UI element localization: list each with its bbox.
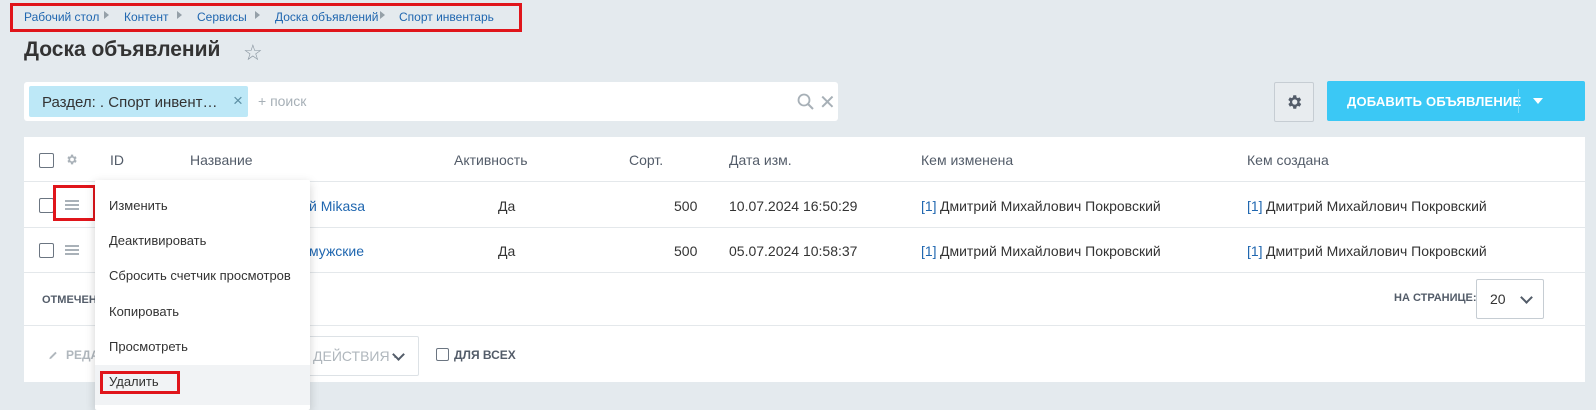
row-created-name: Дмитрий Михайлович Покровский — [1266, 198, 1487, 214]
select-all-checkbox[interactable] — [39, 153, 54, 168]
per-page-label: НА СТРАНИЦЕ: — [1394, 292, 1477, 304]
column-header-sort[interactable]: Сорт. — [629, 152, 663, 168]
menu-icon[interactable] — [65, 245, 79, 255]
breadcrumb-item-desktop[interactable]: Рабочий стол — [24, 10, 99, 24]
for-all-label: ДЛЯ ВСЕХ — [454, 348, 516, 362]
close-icon[interactable]: ✕ — [819, 90, 836, 115]
breadcrumb-item-board[interactable]: Доска объявлений — [275, 10, 378, 24]
chevron-down-icon[interactable] — [1533, 98, 1543, 104]
row-checkbox[interactable] — [39, 198, 54, 213]
column-header-name[interactable]: Название — [190, 152, 253, 168]
row-name-link[interactable]: мужские — [309, 243, 364, 259]
column-header-created-by[interactable]: Кем создана — [1247, 152, 1329, 168]
highlight-box — [53, 185, 96, 221]
add-listing-button[interactable]: ДОБАВИТЬ ОБЪЯВЛЕНИЕ — [1327, 81, 1585, 121]
row-sort: 500 — [674, 198, 698, 214]
star-icon[interactable]: ☆ — [243, 40, 263, 66]
breadcrumb-separator — [177, 11, 182, 19]
row-active: Да — [498, 243, 516, 259]
page-title: Доска объявлений — [24, 38, 221, 61]
breadcrumb-separator — [255, 11, 260, 19]
row-created-name: Дмитрий Михайлович Покровский — [1266, 243, 1487, 259]
row-modified-id[interactable]: [1] — [921, 198, 937, 214]
gear-icon — [1288, 95, 1302, 109]
divider — [1518, 89, 1519, 113]
row-created-id[interactable]: [1] — [1247, 243, 1263, 259]
for-all-checkbox[interactable] — [436, 348, 449, 361]
breadcrumb-separator — [380, 11, 385, 19]
pencil-icon — [49, 351, 57, 360]
breadcrumb-separator — [104, 11, 109, 19]
filter-chip[interactable]: Раздел: . Спорт инвент… × — [29, 86, 248, 117]
filter-search-bar[interactable]: Раздел: . Спорт инвент… × + поиск ✕ — [24, 82, 838, 121]
gear-icon[interactable] — [65, 153, 78, 166]
menu-item-edit[interactable]: Изменить — [109, 198, 168, 213]
marked-count-label: ОТМЕЧЕН — [42, 294, 97, 306]
row-date: 10.07.2024 16:50:29 — [729, 198, 858, 214]
row-modified-name: Дмитрий Михайлович Покровский — [940, 198, 1161, 214]
row-modified-id[interactable]: [1] — [921, 243, 937, 259]
row-sort: 500 — [674, 243, 698, 259]
breadcrumb-item-content[interactable]: Контент — [124, 10, 168, 24]
menu-item-reset-views[interactable]: Сбросить счетчик просмотров — [109, 268, 291, 283]
column-header-active[interactable]: Активность — [454, 152, 528, 168]
settings-button[interactable] — [1274, 82, 1314, 122]
per-page-select[interactable]: 20 — [1476, 279, 1544, 319]
actions-label: ДЕЙСТВИЯ - — [313, 348, 399, 364]
row-date: 05.07.2024 10:58:37 — [729, 243, 858, 259]
breadcrumb-item-sport[interactable]: Спорт инвентарь — [399, 10, 494, 24]
row-name-link[interactable]: й Mikasa — [309, 198, 365, 214]
menu-item-view[interactable]: Просмотреть — [109, 339, 188, 354]
filter-chip-label: Раздел: . Спорт инвент… — [42, 94, 218, 111]
menu-item-deactivate[interactable]: Деактивировать — [109, 233, 206, 248]
breadcrumb-item-services[interactable]: Сервисы — [197, 10, 247, 24]
row-created-id[interactable]: [1] — [1247, 198, 1263, 214]
close-icon[interactable]: × — [233, 91, 243, 111]
per-page-value: 20 — [1490, 291, 1506, 307]
search-input[interactable]: + поиск — [258, 93, 306, 109]
menu-item-copy[interactable]: Копировать — [109, 304, 179, 319]
column-header-date[interactable]: Дата изм. — [729, 152, 792, 168]
row-checkbox[interactable] — [39, 243, 54, 258]
search-icon[interactable] — [796, 92, 816, 112]
chevron-down-icon — [1520, 291, 1533, 304]
column-header-id[interactable]: ID — [110, 152, 124, 168]
column-header-modified-by[interactable]: Кем изменена — [921, 152, 1013, 168]
add-listing-label: ДОБАВИТЬ ОБЪЯВЛЕНИЕ — [1347, 94, 1522, 109]
row-active: Да — [498, 198, 516, 214]
highlight-box — [100, 371, 180, 394]
row-modified-name: Дмитрий Михайлович Покровский — [940, 243, 1161, 259]
